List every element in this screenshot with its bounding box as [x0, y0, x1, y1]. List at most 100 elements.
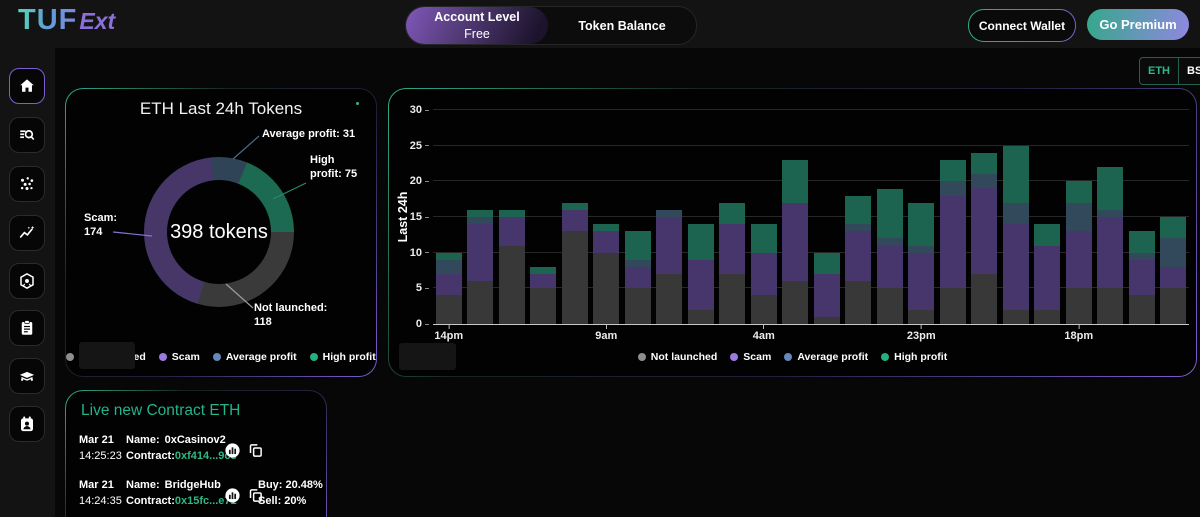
bar-segment-high-profit — [1097, 167, 1124, 210]
bar-hour-7 — [656, 209, 683, 324]
account-level-label: Account Level — [434, 10, 520, 25]
sidebar-item-deck[interactable] — [9, 358, 45, 394]
legend-item-scam[interactable]: Scam — [730, 351, 771, 363]
bar-hour-22 — [1128, 231, 1155, 324]
sidebar-item-token-search[interactable] — [9, 117, 45, 153]
network-option-eth[interactable]: ETH — [1140, 58, 1179, 84]
bar-segment-scam — [1128, 259, 1155, 296]
gridline — [433, 144, 1189, 146]
bar-segment-not-launched — [939, 288, 966, 324]
legend-item-not-launched[interactable]: Not launched — [637, 351, 717, 363]
bar-hour-16 — [939, 159, 966, 324]
bar-hour-2 — [498, 209, 525, 324]
y-axis: 0 5 10 15 20 25 30 — [389, 104, 429, 330]
bar-segment-average-profit — [467, 217, 494, 225]
bar-hour-4 — [561, 202, 588, 324]
bar-hour-6 — [624, 231, 651, 324]
bar-segment-scam — [908, 252, 935, 310]
bar-hour-0 — [435, 252, 462, 324]
bar-segment-not-launched — [530, 288, 557, 324]
contract-label: Contract: — [126, 494, 175, 507]
bar-segment-average-profit — [1128, 252, 1155, 260]
bar-hour-3 — [530, 266, 557, 324]
legend-item-average-profit[interactable]: Average profit — [784, 351, 868, 363]
bar-segment-high-profit — [498, 209, 525, 218]
row-date: Mar 21 — [79, 479, 114, 491]
bar-hour-19 — [1034, 224, 1061, 324]
buy-sell-info: Buy: 20.48% Sell: 20% — [258, 478, 323, 510]
bar-segment-average-profit — [656, 209, 683, 218]
legend-label: High profit — [894, 351, 948, 363]
bar-segment-scam — [939, 195, 966, 289]
stacked-bar-plot — [433, 109, 1189, 325]
bar-segment-not-launched — [1034, 309, 1061, 324]
sell-percent: Sell: 20% — [258, 494, 307, 507]
legend-item-high-profit[interactable]: High profit — [309, 351, 376, 363]
legend-dot — [637, 353, 646, 361]
sidebar-item-cluster[interactable] — [9, 166, 45, 202]
annotation-not-launched: Not launched: 118 — [254, 302, 328, 329]
bar-hour-8 — [687, 224, 714, 324]
bar-hour-23 — [1160, 217, 1187, 324]
bar-segment-high-profit — [1160, 217, 1187, 239]
bar-hour-15 — [908, 202, 935, 324]
token-chart-icon[interactable] — [224, 442, 241, 459]
bar-segment-scam — [1160, 266, 1187, 289]
bar-segment-high-profit — [530, 266, 557, 275]
bar-segment-not-launched — [782, 281, 809, 324]
network-toggle: ETH BSC — [1139, 57, 1200, 85]
sidebar-item-trending[interactable] — [9, 215, 45, 251]
bar-segment-scam — [1065, 231, 1092, 289]
name-label: Name: — [126, 479, 160, 491]
contract-label: Contract: — [126, 449, 175, 462]
logo-main: TUF — [18, 4, 78, 36]
logo-suffix: Ext — [79, 8, 116, 34]
go-premium-button[interactable]: Go Premium — [1087, 9, 1189, 40]
bar-segment-high-profit — [1065, 181, 1092, 203]
contact-badge-icon — [21, 416, 33, 432]
account-level-value: Free — [464, 26, 490, 41]
clipboard-icon — [21, 320, 33, 335]
bar-segment-not-launched — [908, 309, 935, 324]
connect-wallet-button[interactable]: Connect Wallet — [968, 9, 1076, 42]
search-list-icon — [20, 130, 35, 141]
home-icon — [20, 79, 34, 92]
sidebar-item-watchlist[interactable] — [9, 310, 45, 346]
bar-segment-average-profit — [939, 181, 966, 196]
donut-center-label: 398 tokens — [170, 220, 268, 243]
bar-segment-high-profit — [467, 209, 494, 218]
bar-segment-scam — [561, 209, 588, 232]
copy-icon[interactable] — [248, 443, 263, 458]
account-pill[interactable]: Account Level Free Token Balance — [405, 6, 697, 45]
legend-label: High profit — [322, 351, 376, 363]
contract-row: Mar 21 14:24:35 Name: BridgeHub Contract:0x1… — [66, 474, 326, 517]
token-chart-icon[interactable] — [224, 487, 241, 504]
legend-item-average-profit[interactable]: Average profit — [212, 351, 297, 363]
bar-hour-12 — [813, 252, 840, 324]
bar-segment-not-launched — [813, 316, 840, 324]
bar-segment-scam — [782, 202, 809, 282]
y-tick-20: 20 — [410, 175, 429, 187]
legend-label: Average profit — [225, 351, 297, 363]
legend-item-scam[interactable]: Scam — [158, 351, 200, 363]
legend-dot — [66, 353, 75, 361]
trending-chart-icon — [19, 225, 35, 239]
sidebar-item-blocks[interactable] — [9, 263, 45, 299]
sidebar-item-home[interactable] — [9, 68, 45, 104]
y-tick-15: 15 — [410, 211, 429, 223]
bar-segment-high-profit — [435, 252, 462, 260]
bar-hour-9 — [719, 202, 746, 324]
sidebar-item-contacts[interactable] — [9, 406, 45, 442]
contract-name: 0xCasinov2 — [164, 434, 226, 446]
bar-segment-scam — [1002, 224, 1029, 310]
legend-item-high-profit[interactable]: High profit — [881, 351, 947, 363]
bar-segment-not-launched — [467, 281, 494, 324]
bar-segment-not-launched — [687, 309, 714, 324]
bar-hour-10 — [750, 224, 777, 324]
bar-segment-scam — [498, 217, 525, 246]
legend-label: Scam — [743, 351, 772, 363]
bar-segment-not-launched — [876, 288, 903, 324]
copy-glyph — [249, 444, 262, 457]
bar-segment-high-profit — [1128, 231, 1155, 253]
network-option-bsc[interactable]: BSC — [1179, 58, 1200, 84]
